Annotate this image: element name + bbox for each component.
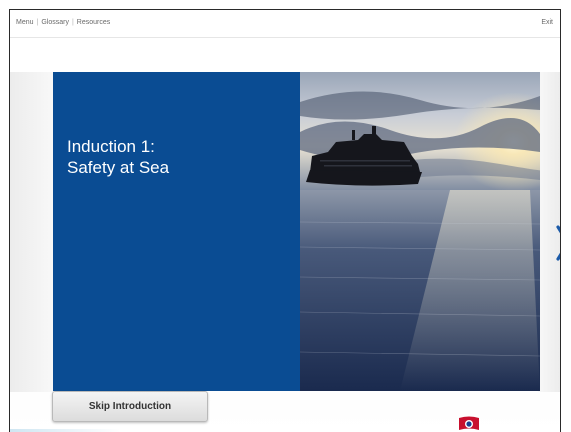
cruise-ship-at-sunset-image: [300, 72, 540, 391]
exit-link[interactable]: Exit: [541, 19, 553, 26]
nav-separator: |: [71, 19, 74, 26]
stage-left-shade: [10, 72, 53, 392]
title-panel: Induction 1: Safety at Sea: [53, 72, 300, 391]
nav-links: Menu | Glossary | Resources: [16, 19, 110, 26]
course-window: Menu | Glossary | Resources Exit Inducti…: [9, 9, 561, 432]
company-flag-logo: [459, 416, 479, 430]
hero-illustration: [300, 72, 540, 391]
nav-menu-link[interactable]: Menu: [16, 19, 34, 26]
course-title: Induction 1: Safety at Sea: [67, 137, 170, 177]
skip-introduction-button[interactable]: Skip Introduction: [52, 391, 208, 422]
nav-separator: |: [36, 19, 39, 26]
nav-resources-link[interactable]: Resources: [77, 19, 110, 26]
top-navigation-bar: Menu | Glossary | Resources Exit: [10, 10, 560, 38]
chevron-right-icon[interactable]: [556, 223, 561, 263]
nav-glossary-link[interactable]: Glossary: [41, 19, 69, 26]
